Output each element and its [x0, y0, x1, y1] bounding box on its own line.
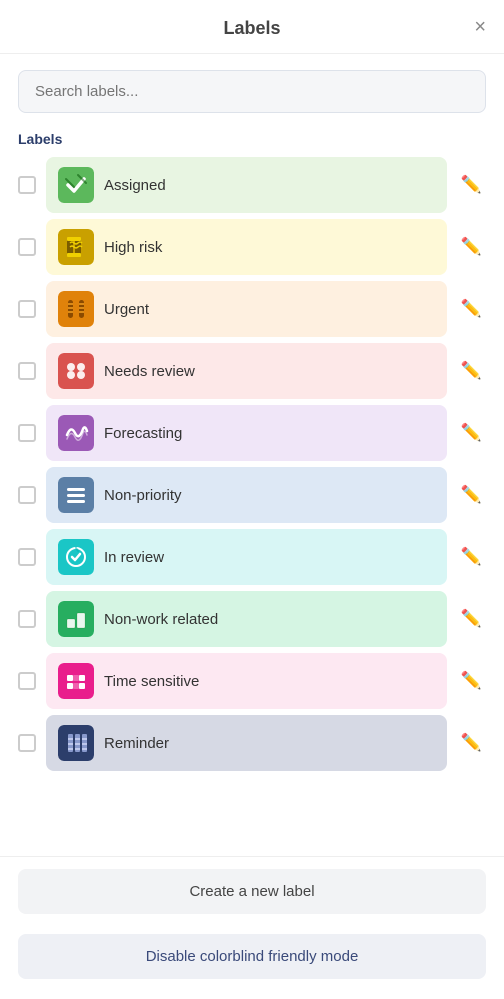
label-pill[interactable]: Non-priority [46, 467, 447, 523]
label-pill[interactable]: Needs review [46, 343, 447, 399]
label-pill[interactable]: Forecasting [46, 405, 447, 461]
labels-list: Assigned ✏️ High risk ✏️ Urgent ✏️ Needs… [18, 157, 486, 771]
label-icon [58, 229, 94, 265]
label-pill[interactable]: Assigned [46, 157, 447, 213]
label-row: In review ✏️ [18, 529, 486, 585]
modal-header: Labels × [0, 0, 504, 54]
label-row: Reminder ✏️ [18, 715, 486, 771]
edit-label-button[interactable]: ✏️ [457, 295, 486, 323]
close-button[interactable]: × [474, 17, 486, 37]
label-checkbox[interactable] [18, 362, 36, 380]
edit-label-button[interactable]: ✏️ [457, 357, 486, 385]
colorblind-mode-button[interactable]: Disable colorblind friendly mode [18, 934, 486, 979]
modal-container: Labels × Labels Assigned ✏️ High risk ✏️ [0, 0, 504, 999]
edit-label-button[interactable]: ✏️ [457, 233, 486, 261]
label-icon [58, 291, 94, 327]
edit-label-button[interactable]: ✏️ [457, 543, 486, 571]
label-checkbox[interactable] [18, 238, 36, 256]
footer: Create a new label [0, 856, 504, 924]
label-name: Forecasting [104, 425, 182, 442]
label-checkbox[interactable] [18, 424, 36, 442]
edit-label-button[interactable]: ✏️ [457, 729, 486, 757]
label-pill[interactable]: Reminder [46, 715, 447, 771]
label-row: High risk ✏️ [18, 219, 486, 275]
label-name: Reminder [104, 735, 169, 752]
label-pill[interactable]: In review [46, 529, 447, 585]
label-checkbox[interactable] [18, 300, 36, 318]
search-input[interactable] [18, 70, 486, 113]
create-label-button[interactable]: Create a new label [18, 869, 486, 914]
edit-label-button[interactable]: ✏️ [457, 171, 486, 199]
label-row: Non-priority ✏️ [18, 467, 486, 523]
label-icon [58, 415, 94, 451]
label-name: Needs review [104, 363, 195, 380]
label-pill[interactable]: High risk [46, 219, 447, 275]
labels-section-title: Labels [18, 131, 486, 147]
label-name: Urgent [104, 301, 149, 318]
label-pill[interactable]: Non-work related [46, 591, 447, 647]
label-name: Assigned [104, 177, 166, 194]
modal-body: Labels Assigned ✏️ High risk ✏️ Urgent [0, 54, 504, 856]
label-row: Time sensitive ✏️ [18, 653, 486, 709]
modal-title: Labels [223, 18, 280, 39]
label-checkbox[interactable] [18, 610, 36, 628]
label-name: Non-priority [104, 487, 182, 504]
label-checkbox[interactable] [18, 486, 36, 504]
label-name: In review [104, 549, 164, 566]
label-pill[interactable]: Urgent [46, 281, 447, 337]
label-name: Non-work related [104, 611, 218, 628]
label-checkbox[interactable] [18, 548, 36, 566]
label-icon [58, 725, 94, 761]
label-row: Urgent ✏️ [18, 281, 486, 337]
label-row: Non-work related ✏️ [18, 591, 486, 647]
edit-label-button[interactable]: ✏️ [457, 481, 486, 509]
label-icon [58, 167, 94, 203]
label-checkbox[interactable] [18, 734, 36, 752]
label-icon [58, 663, 94, 699]
label-icon [58, 353, 94, 389]
label-icon [58, 477, 94, 513]
label-name: High risk [104, 239, 162, 256]
label-icon [58, 539, 94, 575]
label-row: Forecasting ✏️ [18, 405, 486, 461]
label-row: Needs review ✏️ [18, 343, 486, 399]
label-row: Assigned ✏️ [18, 157, 486, 213]
label-checkbox[interactable] [18, 672, 36, 690]
edit-label-button[interactable]: ✏️ [457, 605, 486, 633]
label-name: Time sensitive [104, 673, 199, 690]
label-icon [58, 601, 94, 637]
label-checkbox[interactable] [18, 176, 36, 194]
label-pill[interactable]: Time sensitive [46, 653, 447, 709]
edit-label-button[interactable]: ✏️ [457, 419, 486, 447]
edit-label-button[interactable]: ✏️ [457, 667, 486, 695]
